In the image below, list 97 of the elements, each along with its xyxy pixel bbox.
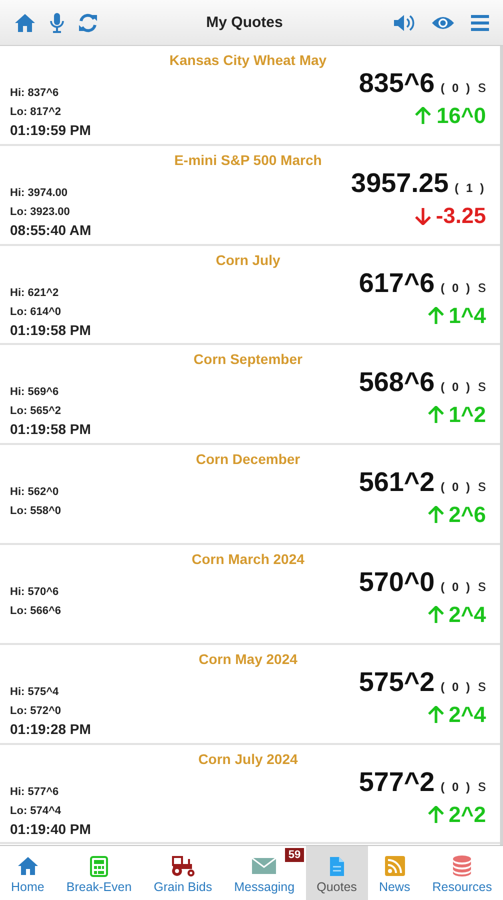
price-change: 1^2 bbox=[448, 402, 486, 428]
high-price: Hi: 575^4 bbox=[10, 684, 60, 700]
document-icon bbox=[328, 856, 345, 876]
quote-time: 01:19:28 PM bbox=[10, 720, 91, 738]
settle-label: s bbox=[478, 378, 486, 396]
refresh-button[interactable] bbox=[78, 12, 98, 32]
settle-label: s bbox=[478, 778, 486, 796]
microphone-button[interactable] bbox=[50, 12, 64, 34]
home-icon bbox=[16, 856, 39, 876]
settle-label: s bbox=[478, 478, 486, 496]
microphone-icon bbox=[50, 12, 64, 34]
up-arrow-icon bbox=[428, 406, 444, 424]
high-price: Hi: 837^6 bbox=[10, 86, 60, 101]
price-change: 16^0 bbox=[436, 103, 486, 129]
low-price: Lo: 565^2 bbox=[10, 404, 62, 420]
menu-button[interactable] bbox=[471, 14, 489, 32]
menu-icon bbox=[471, 14, 489, 32]
quote-time: 01:19:58 PM bbox=[10, 322, 91, 339]
price-change: 2^4 bbox=[448, 702, 486, 728]
calculator-icon bbox=[90, 856, 108, 876]
price-change: 2^4 bbox=[448, 602, 486, 628]
screen-title: My Quotes bbox=[205, 14, 284, 31]
settle-label: s bbox=[478, 578, 486, 596]
trade-count: ( 0 ) bbox=[440, 680, 472, 694]
contract-name: Corn March 2024 bbox=[190, 550, 306, 567]
nav-tab[interactable]: Quotes bbox=[306, 846, 368, 900]
trade-count: ( 1 ) bbox=[454, 180, 486, 195]
last-price: 568^6 bbox=[358, 367, 435, 398]
eye-icon bbox=[431, 14, 455, 30]
nav-tab[interactable]: News bbox=[368, 846, 422, 900]
speaker-button[interactable] bbox=[393, 14, 415, 32]
low-price: Lo: 558^0 bbox=[10, 504, 62, 520]
contract-name: Corn December bbox=[194, 451, 302, 468]
last-price: 617^6 bbox=[358, 268, 435, 299]
quote-time: 01:19:58 PM bbox=[10, 421, 91, 438]
high-price: Hi: 570^6 bbox=[10, 584, 60, 600]
settle-label: s bbox=[478, 79, 486, 97]
last-price: 575^2 bbox=[358, 666, 435, 698]
speaker-icon bbox=[393, 14, 415, 32]
low-price: Lo: 572^0 bbox=[10, 704, 62, 719]
contract-name: Corn May 2024 bbox=[198, 650, 298, 667]
price-change: -3.25 bbox=[436, 202, 486, 229]
settle-label: s bbox=[478, 678, 486, 696]
home-icon bbox=[14, 12, 36, 32]
low-price: Lo: 614^0 bbox=[10, 304, 62, 320]
nav-tab[interactable]: Home bbox=[0, 846, 56, 900]
eye-button[interactable] bbox=[431, 14, 455, 30]
down-arrow-icon bbox=[414, 206, 431, 225]
nav-tab[interactable]: Grain Bids bbox=[142, 846, 224, 900]
unread-badge: 59 bbox=[285, 848, 304, 862]
quote-time: 08:55:40 AM bbox=[10, 222, 92, 239]
trade-count: ( 0 ) bbox=[440, 81, 472, 95]
quote-time: 01:19:40 PM bbox=[10, 820, 91, 838]
contract-name: E-mini S&P 500 March bbox=[173, 152, 323, 168]
nav-tab[interactable]: Messaging 59 bbox=[223, 846, 306, 900]
last-price: 570^0 bbox=[358, 566, 435, 598]
low-price: Lo: 3923.00 bbox=[10, 204, 71, 220]
up-arrow-icon bbox=[428, 706, 444, 724]
tractor-icon bbox=[170, 856, 196, 876]
refresh-icon bbox=[78, 12, 98, 32]
contract-name: Corn July 2024 bbox=[197, 750, 299, 767]
high-price: Hi: 3974.00 bbox=[10, 186, 68, 201]
trade-count: ( 0 ) bbox=[440, 580, 472, 594]
last-price: 3957.25 bbox=[351, 168, 449, 199]
last-price: 561^2 bbox=[358, 467, 435, 498]
contract-name: Kansas City Wheat May bbox=[168, 52, 328, 68]
trade-count: ( 0 ) bbox=[440, 280, 472, 295]
rss-icon bbox=[384, 856, 405, 876]
price-change: 2^6 bbox=[448, 502, 486, 528]
trade-count: ( 0 ) bbox=[440, 380, 472, 394]
contract-name: Corn July bbox=[214, 252, 282, 268]
price-change: 2^2 bbox=[448, 802, 486, 828]
nav-tab[interactable]: Break-Even bbox=[55, 846, 143, 900]
home-button[interactable] bbox=[14, 12, 36, 32]
price-change: 1^4 bbox=[448, 302, 486, 329]
contract-name: Corn September bbox=[192, 351, 304, 368]
high-price: Hi: 577^6 bbox=[10, 784, 60, 800]
database-icon bbox=[452, 855, 472, 877]
high-price: Hi: 621^2 bbox=[10, 286, 60, 301]
nav-tab[interactable]: Resources bbox=[421, 846, 503, 900]
up-arrow-icon bbox=[428, 506, 444, 524]
up-arrow-icon bbox=[428, 806, 444, 824]
low-price: Lo: 817^2 bbox=[10, 105, 62, 120]
high-price: Hi: 569^6 bbox=[10, 385, 60, 400]
low-price: Lo: 566^6 bbox=[10, 604, 62, 619]
up-arrow-icon bbox=[428, 606, 444, 624]
trade-count: ( 0 ) bbox=[440, 780, 472, 794]
high-price: Hi: 562^0 bbox=[10, 485, 60, 500]
quote-time: 01:19:59 PM bbox=[10, 122, 91, 139]
envelope-icon bbox=[252, 857, 276, 875]
low-price: Lo: 574^4 bbox=[10, 804, 62, 819]
last-price: 577^2 bbox=[358, 766, 435, 798]
up-arrow-icon bbox=[415, 107, 432, 125]
trade-count: ( 0 ) bbox=[440, 480, 472, 494]
last-price: 835^6 bbox=[358, 68, 435, 99]
up-arrow-icon bbox=[428, 306, 444, 325]
settle-label: s bbox=[478, 278, 486, 297]
